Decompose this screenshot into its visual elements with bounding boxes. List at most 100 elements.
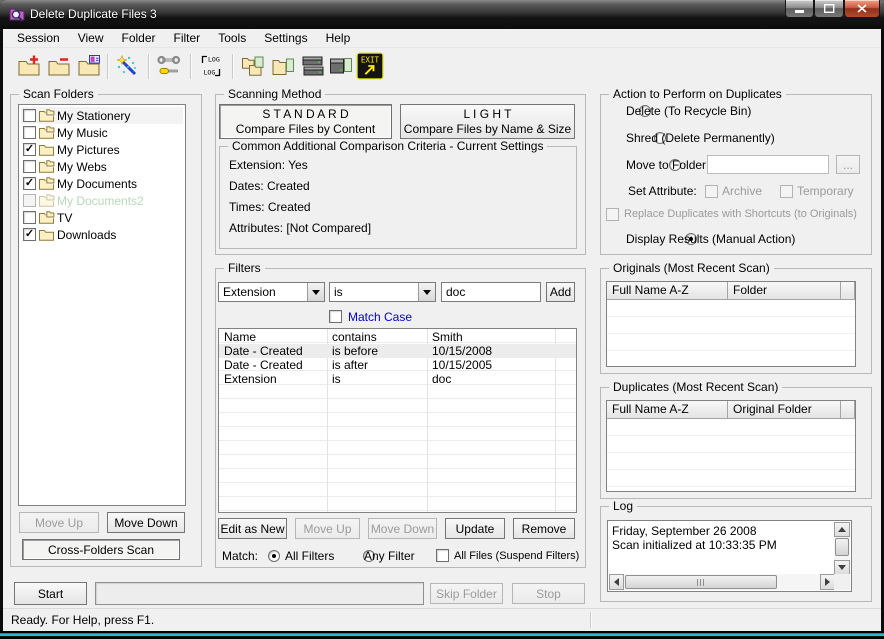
folder-list-item[interactable]: ✓ Downloads: [21, 226, 183, 243]
move-folder-path-input[interactable]: [707, 155, 829, 174]
originals-body[interactable]: [607, 300, 855, 366]
duplicates-name-header[interactable]: Full Name A-Z: [607, 401, 728, 419]
folder-checkbox[interactable]: [23, 109, 36, 122]
copy-folder-button[interactable]: [239, 52, 267, 80]
scroll-down-button[interactable]: [834, 560, 850, 575]
folder-subfolders-icon: [38, 177, 55, 190]
log-hscrollbar[interactable]: [609, 574, 835, 590]
folders-move-down-button[interactable]: Move Down: [107, 512, 185, 533]
scan-folders-list[interactable]: My Stationery My Music ✓ My Pictures My …: [18, 104, 186, 506]
duplicates-folder-header[interactable]: Original Folder: [728, 401, 841, 419]
minimize-button[interactable]: [785, 0, 814, 18]
close-button[interactable]: [844, 0, 880, 18]
delete-label[interactable]: Delete (To Recycle Bin): [626, 104, 751, 118]
log-vscrollbar[interactable]: [834, 522, 850, 575]
log-button[interactable]: LOG LOG: [197, 52, 225, 80]
originals-name-header[interactable]: Full Name A-Z: [607, 282, 728, 300]
folder-checkbox[interactable]: ✓: [23, 177, 36, 190]
stop-button[interactable]: Stop: [512, 583, 585, 604]
filter-row[interactable]: Name contains Smith: [219, 330, 576, 344]
menu-item-settings[interactable]: Settings: [255, 29, 316, 47]
folder-properties-button[interactable]: [75, 52, 103, 80]
folder-list-item[interactable]: TV: [21, 209, 183, 226]
folder-list-item[interactable]: My Music: [21, 124, 183, 141]
duplicates-title: Duplicates (Most Recent Scan): [609, 380, 782, 394]
copy-drive-button[interactable]: [299, 52, 327, 80]
folders-move-up-button[interactable]: Move Up: [19, 512, 99, 533]
move-folder-button[interactable]: [269, 52, 297, 80]
folder-list-item-disabled[interactable]: My Documents2: [21, 192, 183, 209]
folder-icon: [38, 143, 55, 156]
dropdown-button[interactable]: [307, 283, 324, 301]
add-folder-button[interactable]: [15, 52, 43, 80]
remove-folder-button[interactable]: [45, 52, 73, 80]
log-line: Scan initialized at 10:33:35 PM: [612, 538, 777, 552]
remove-filter-button[interactable]: Remove: [513, 518, 575, 539]
shred-label[interactable]: Shred (Delete Permanently): [626, 131, 775, 145]
standard-method-button[interactable]: S T A N D A R D Compare Files by Content: [219, 104, 392, 139]
dropdown-button[interactable]: [418, 283, 435, 301]
update-filter-button[interactable]: Update: [445, 518, 505, 539]
light-method-button[interactable]: L I G H T Compare Files by Name & Size: [400, 104, 575, 139]
maximize-button[interactable]: [814, 0, 844, 18]
folder-checkbox[interactable]: [23, 126, 36, 139]
folder-list-item[interactable]: ✓ My Documents: [21, 175, 183, 192]
filter-field-dropdown[interactable]: Extension: [218, 282, 325, 302]
all-filters-radio[interactable]: [268, 550, 280, 562]
filter-field-value: Extension: [223, 285, 276, 299]
filter-row-selected[interactable]: Date - Created is before 10/15/2008: [219, 344, 576, 358]
folder-checkbox[interactable]: ✓: [23, 228, 36, 241]
filter-field-cell: Extension: [219, 372, 327, 386]
folder-label: My Pictures: [57, 143, 120, 157]
start-button[interactable]: Start: [14, 582, 87, 605]
scroll-right-button[interactable]: [820, 574, 835, 590]
scroll-left-button[interactable]: [609, 574, 624, 590]
any-filter-label[interactable]: Any Filter: [364, 549, 415, 563]
display-results-label[interactable]: Display Results (Manual Action): [626, 232, 795, 246]
scroll-up-button[interactable]: [834, 522, 850, 537]
match-case-label[interactable]: Match Case: [348, 310, 412, 324]
move-to-folder-label[interactable]: Move to Folder: [626, 158, 706, 172]
filter-value-input[interactable]: [441, 282, 541, 302]
menu-item-filter[interactable]: Filter: [165, 29, 210, 47]
duplicates-body[interactable]: [607, 419, 855, 491]
add-filter-button[interactable]: Add: [546, 282, 575, 302]
hscroll-thumb[interactable]: [625, 575, 777, 589]
menu-item-help[interactable]: Help: [317, 29, 360, 47]
menu-item-view[interactable]: View: [69, 29, 113, 47]
filter-row[interactable]: Extension is doc: [219, 372, 576, 386]
folder-checkbox[interactable]: [23, 160, 36, 173]
filter-move-up-button[interactable]: Move Up: [295, 518, 360, 539]
filter-move-down-button[interactable]: Move Down: [368, 518, 437, 539]
edit-as-new-button[interactable]: Edit as New: [218, 518, 287, 539]
all-files-label[interactable]: All Files (Suspend Filters): [454, 550, 579, 562]
menu-item-folder[interactable]: Folder: [113, 29, 165, 47]
folder-checkbox[interactable]: [23, 211, 36, 224]
exit-button[interactable]: EXIT: [355, 51, 385, 81]
browse-folder-button[interactable]: ...: [836, 155, 860, 174]
cross-folders-scan-toggle[interactable]: Cross-Folders Scan: [22, 539, 180, 560]
criteria-extension: Extension: Yes: [229, 158, 308, 172]
standard-sublabel: Compare Files by Content: [236, 122, 375, 137]
log-box[interactable]: Friday, September 26 2008 Scan initializ…: [607, 520, 852, 592]
app-icon[interactable]: [9, 6, 25, 22]
skip-folder-button[interactable]: Skip Folder: [430, 583, 503, 604]
wizard-button[interactable]: [113, 52, 141, 80]
options-tools-button[interactable]: [155, 52, 183, 80]
folder-label: My Webs: [57, 160, 107, 174]
match-case-checkbox[interactable]: [329, 310, 342, 323]
filter-list[interactable]: Name contains Smith Date - Created is be…: [218, 328, 577, 513]
all-files-checkbox[interactable]: [436, 549, 449, 562]
all-filters-label[interactable]: All Filters: [285, 549, 334, 563]
vscroll-thumb[interactable]: [835, 538, 849, 556]
folder-list-item[interactable]: ✓ My Pictures: [21, 141, 183, 158]
folder-list-item[interactable]: My Stationery: [21, 107, 183, 124]
menu-item-session[interactable]: Session: [8, 29, 69, 47]
filter-row[interactable]: Date - Created is after 10/15/2005: [219, 358, 576, 372]
filter-condition-dropdown[interactable]: is: [329, 282, 436, 302]
move-drive-button[interactable]: [327, 52, 355, 80]
menu-item-tools[interactable]: Tools: [209, 29, 255, 47]
folder-checkbox[interactable]: ✓: [23, 143, 36, 156]
folder-list-item[interactable]: My Webs: [21, 158, 183, 175]
originals-folder-header[interactable]: Folder: [728, 282, 841, 300]
